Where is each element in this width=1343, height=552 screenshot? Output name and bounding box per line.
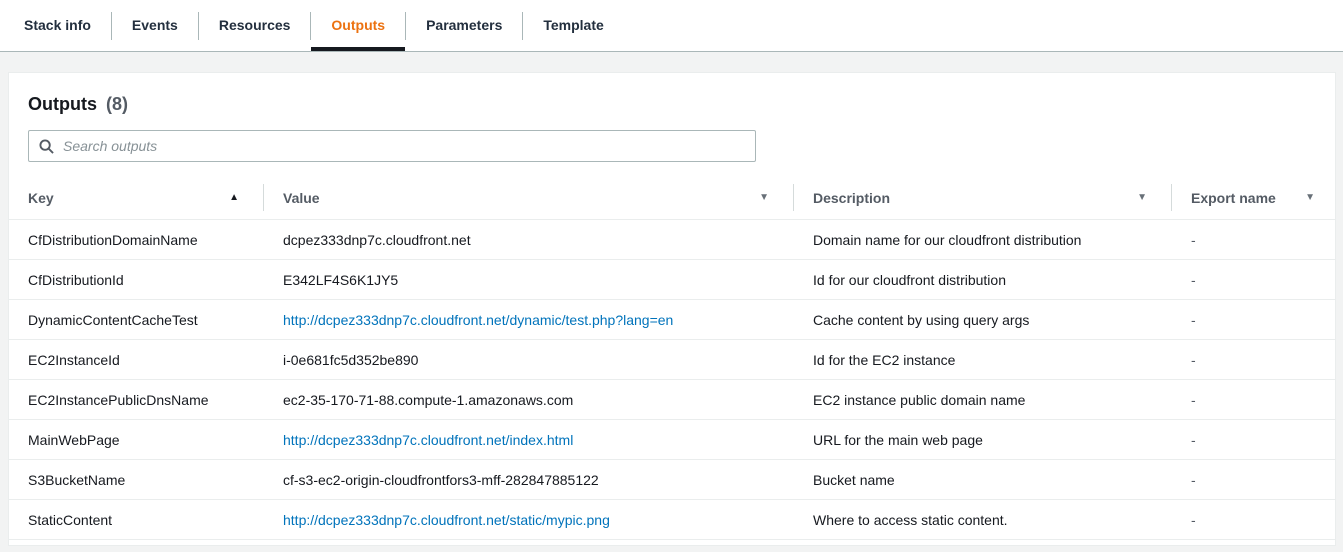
- cell-export-name: -: [1191, 311, 1196, 328]
- sort-ascending-icon[interactable]: ▲: [229, 192, 239, 203]
- table-row: EC2InstanceId i-0e681fc5d352be890 Id for t…: [9, 340, 1335, 380]
- cell-value: http://dcpez333dnp7c.cloudfront.net/inde…: [263, 420, 793, 459]
- tab-bar: Stack info Events Resources Outputs Paramete…: [0, 0, 1343, 52]
- search-input[interactable]: [63, 132, 745, 160]
- search-icon: [39, 138, 54, 154]
- cell-export-name: -: [1191, 511, 1196, 528]
- cell-value: ec2-35-170-71-88.compute-1.amazonaws.com: [283, 391, 574, 408]
- table-body: CfDistributionDomainName dcpez333dnp7c.cl…: [9, 220, 1335, 540]
- tab-resources[interactable]: Resources: [199, 1, 311, 50]
- tab-events[interactable]: Events: [112, 1, 198, 50]
- column-header-description[interactable]: Description ▼: [793, 176, 1171, 219]
- cell-description: Cache content by using query args: [813, 311, 1030, 328]
- cell-value: dcpez333dnp7c.cloudfront.net: [283, 231, 471, 248]
- cell-value: E342LF4S6K1JY5: [283, 271, 399, 288]
- cell-key: CfDistributionId: [28, 271, 124, 288]
- cell-value: cf-s3-ec2-origin-cloudfrontfors3-mff-282…: [283, 471, 599, 488]
- panel-title-text: Outputs: [28, 94, 97, 114]
- stack-detail-page: Stack info Events Resources Outputs Paramete…: [0, 0, 1343, 546]
- table-row: EC2InstancePublicDnsName ec2-35-170-71-88…: [9, 380, 1335, 420]
- table-header-row: Key ▲ Value ▼ Description ▼ Export name …: [9, 176, 1335, 220]
- cell-value: i-0e681fc5d352be890: [283, 351, 419, 368]
- outputs-table: Key ▲ Value ▼ Description ▼ Export name …: [9, 176, 1335, 540]
- panel-count-badge: (8): [106, 94, 129, 114]
- value-link[interactable]: http://dcpez333dnp7c.cloudfront.net/inde…: [283, 432, 573, 448]
- tab-template[interactable]: Template: [523, 1, 623, 50]
- cell-export-name: -: [1191, 471, 1196, 488]
- cell-description: Bucket name: [813, 471, 895, 488]
- panel-header: Outputs (8): [9, 73, 1335, 176]
- filter-icon[interactable]: ▼: [1305, 192, 1315, 203]
- cell-export-name: -: [1191, 391, 1196, 408]
- cell-key: EC2InstancePublicDnsName: [28, 391, 209, 408]
- cell-export-name: -: [1191, 271, 1196, 288]
- tab-stack-info[interactable]: Stack info: [4, 1, 111, 50]
- tab-parameters[interactable]: Parameters: [406, 1, 522, 50]
- filter-icon[interactable]: ▼: [1137, 192, 1147, 203]
- cell-key: DynamicContentCacheTest: [28, 311, 198, 328]
- cell-description: URL for the main web page: [813, 431, 983, 448]
- cell-export-name: -: [1191, 231, 1196, 248]
- cell-key: S3BucketName: [28, 471, 126, 488]
- cell-value: http://dcpez333dnp7c.cloudfront.net/stat…: [263, 500, 793, 539]
- filter-icon[interactable]: ▼: [759, 192, 769, 203]
- column-header-value[interactable]: Value ▼: [263, 176, 793, 219]
- cell-description: Id for our cloudfront distribution: [813, 271, 1006, 288]
- table-row: StaticContent http://dcpez333dnp7c.cloudf…: [9, 500, 1335, 540]
- cell-value: http://dcpez333dnp7c.cloudfront.net/dyna…: [263, 300, 793, 339]
- column-header-key[interactable]: Key ▲: [9, 176, 263, 219]
- cell-export-name: -: [1191, 351, 1196, 368]
- cell-description: Domain name for our cloudfront distribut…: [813, 231, 1082, 248]
- column-header-export-name[interactable]: Export name ▼: [1171, 176, 1335, 219]
- column-label: Key: [28, 189, 54, 206]
- table-row: DynamicContentCacheTest http://dcpez333dn…: [9, 300, 1335, 340]
- table-row: MainWebPage http://dcpez333dnp7c.cloudfro…: [9, 420, 1335, 460]
- table-row: CfDistributionId E342LF4S6K1JY5 Id for our…: [9, 260, 1335, 300]
- outputs-panel: Outputs (8) Key ▲ Val: [8, 72, 1336, 546]
- value-link[interactable]: http://dcpez333dnp7c.cloudfront.net/dyna…: [283, 312, 673, 328]
- cell-key: MainWebPage: [28, 431, 120, 448]
- column-label: Description: [813, 189, 891, 206]
- panel-title: Outputs (8): [28, 91, 1316, 117]
- cell-description: EC2 instance public domain name: [813, 391, 1026, 408]
- cell-key: EC2InstanceId: [28, 351, 120, 368]
- tab-outputs[interactable]: Outputs: [311, 1, 405, 51]
- cell-description: Id for the EC2 instance: [813, 351, 956, 368]
- search-box: [28, 130, 756, 162]
- column-label: Value: [283, 189, 320, 206]
- cell-export-name: -: [1191, 431, 1196, 448]
- cell-description: Where to access static content.: [813, 511, 1008, 528]
- cell-key: CfDistributionDomainName: [28, 231, 198, 248]
- cell-key: StaticContent: [28, 511, 113, 528]
- column-label: Export name: [1191, 189, 1276, 206]
- table-row: CfDistributionDomainName dcpez333dnp7c.cl…: [9, 220, 1335, 260]
- value-link[interactable]: http://dcpez333dnp7c.cloudfront.net/stat…: [283, 512, 610, 528]
- table-row: S3BucketName cf-s3-ec2-origin-cloudfrontf…: [9, 460, 1335, 500]
